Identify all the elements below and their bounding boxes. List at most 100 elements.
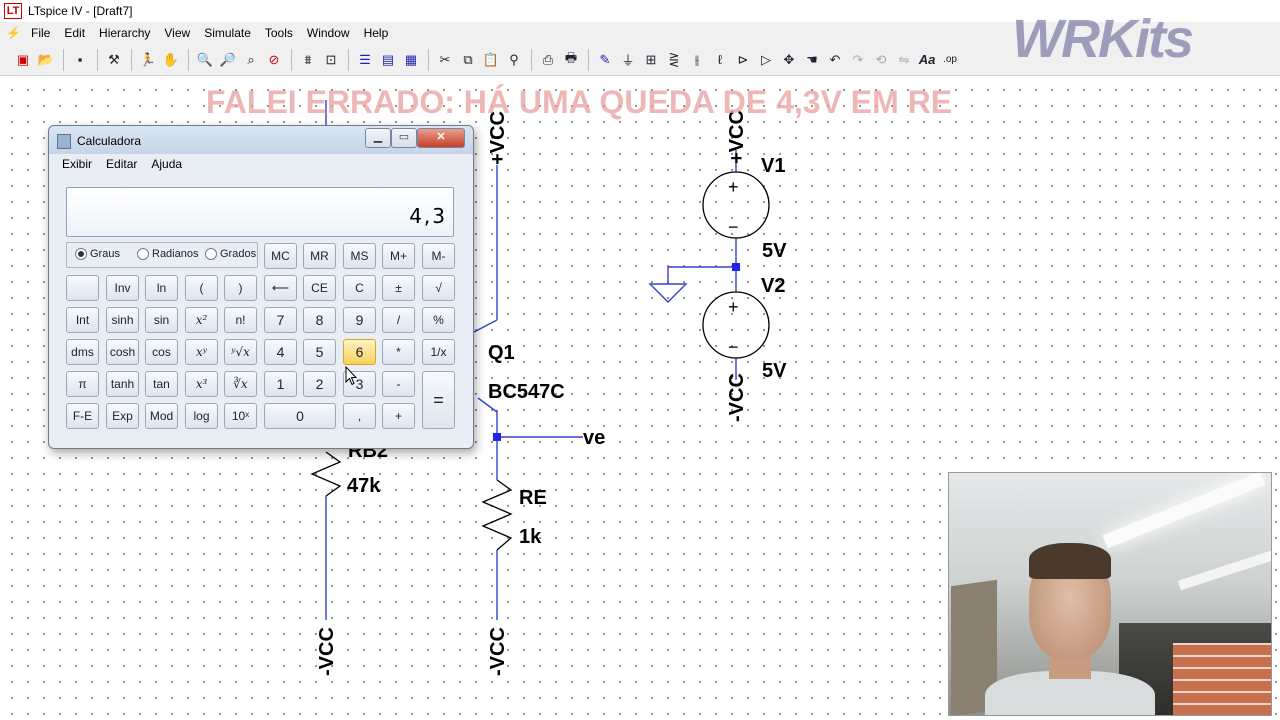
calculator-window: Calculadora ▁ ▭ ✕ Exibir Editar Ajuda 4,… (48, 125, 474, 449)
ground-symbol (648, 283, 688, 303)
q1-model-label: BC547C (488, 381, 565, 403)
vcc-v2-label: -VCC (726, 373, 748, 422)
key-add[interactable]: + (382, 403, 415, 429)
calculator-display-value: 4,3 (409, 204, 447, 228)
key-8[interactable]: 8 (303, 307, 336, 333)
key-lparen[interactable]: ( (185, 275, 218, 301)
key-multiply[interactable]: * (382, 339, 415, 365)
ceiling-light (1177, 549, 1271, 591)
key-cube[interactable]: x³ (185, 371, 218, 397)
key-rparen[interactable]: ) (224, 275, 257, 301)
key-c[interactable]: C (343, 275, 376, 301)
key-sinh[interactable]: sinh (106, 307, 139, 333)
key-divide[interactable]: / (382, 307, 415, 333)
key-decimal[interactable]: , (343, 403, 376, 429)
radio-dot (205, 248, 217, 260)
key-pi[interactable]: π (66, 371, 99, 397)
radio-label: Radianos (152, 248, 199, 260)
ceiling-light (1102, 473, 1266, 549)
key-equals[interactable]: = (422, 371, 455, 429)
key-1[interactable]: 1 (264, 371, 297, 397)
presenter-hair (1029, 543, 1111, 579)
v1-minus: − (728, 217, 739, 237)
key-log[interactable]: log (185, 403, 218, 429)
key-ln[interactable]: ln (145, 275, 178, 301)
key-power[interactable]: xʸ (185, 339, 218, 365)
vee-left-label: -VCC (316, 627, 338, 676)
v1-plus: + (728, 177, 739, 197)
v1-label: V1 (761, 155, 785, 177)
v2-value-label: 5V (762, 360, 787, 382)
key-sqrt[interactable]: √ (422, 275, 455, 301)
calculator-title: Calculadora (77, 134, 142, 148)
radio-dot (137, 248, 149, 260)
key-percent[interactable]: % (422, 307, 455, 333)
key-yroot[interactable]: ʸ√x (224, 339, 257, 365)
correction-banner: FALEI ERRADO: HÁ UMA QUEDA DE 4,3V EM RE (206, 84, 953, 120)
key-mc[interactable]: MC (264, 243, 297, 269)
re-label: RE (519, 487, 547, 509)
node-ve (493, 433, 501, 441)
calculator-titlebar[interactable]: Calculadora ▁ ▭ ✕ (49, 126, 473, 154)
radio-grados[interactable]: Grados (205, 242, 256, 266)
v1-value-label: 5V (762, 240, 787, 262)
v2-plus: + (728, 297, 739, 317)
calculator-icon (57, 134, 71, 149)
mouse-cursor-icon (345, 366, 357, 386)
key-backspace[interactable]: ⟵ (264, 275, 297, 301)
key-ms[interactable]: MS (343, 243, 376, 269)
key-5[interactable]: 5 (303, 339, 336, 365)
key-fe[interactable]: F-E (66, 403, 99, 429)
calculator-display: 4,3 (66, 187, 454, 237)
key-4[interactable]: 4 (264, 339, 297, 365)
key-cos[interactable]: cos (145, 339, 178, 365)
key-0[interactable]: 0 (264, 403, 336, 429)
wrkits-watermark: WRKits (1012, 9, 1194, 69)
key-factorial[interactable]: n! (224, 307, 257, 333)
key-6[interactable]: 6 (343, 339, 376, 365)
q1-label: Q1 (488, 342, 515, 364)
minimize-icon[interactable]: ▁ (365, 128, 391, 148)
rb2-value-label: 47k (347, 475, 381, 497)
key-subtract[interactable]: - (382, 371, 415, 397)
key-pow10[interactable]: 10ˣ (224, 403, 257, 429)
re-value-label: 1k (519, 526, 542, 548)
key-sin[interactable]: sin (145, 307, 178, 333)
radio-graus[interactable]: Graus (75, 242, 120, 266)
node-mid (732, 263, 740, 271)
close-icon[interactable]: ✕ (417, 128, 465, 148)
key-inv[interactable]: Inv (106, 275, 139, 301)
radio-label: Graus (90, 248, 120, 260)
radio-dot (75, 248, 87, 260)
key-2[interactable]: 2 (303, 371, 336, 397)
key-cosh[interactable]: cosh (106, 339, 139, 365)
key-mr[interactable]: MR (303, 243, 336, 269)
v2-label: V2 (761, 275, 785, 297)
calculator-menu: Exibir Editar Ajuda (55, 157, 189, 171)
re-resistor (481, 479, 513, 551)
key-reciprocal[interactable]: 1/x (422, 339, 455, 365)
key-exp[interactable]: Exp (106, 403, 139, 429)
key-cuberoot[interactable]: ∛x (224, 371, 257, 397)
calc-menu-ajuda[interactable]: Ajuda (144, 157, 189, 171)
key-9[interactable]: 9 (343, 307, 376, 333)
key-7[interactable]: 7 (264, 307, 297, 333)
ve-net-label: ve (583, 427, 605, 449)
maximize-icon[interactable]: ▭ (391, 128, 417, 148)
radio-radianos[interactable]: Radianos (137, 242, 198, 266)
key-mplus[interactable]: M+ (382, 243, 415, 269)
key-square[interactable]: x² (185, 307, 218, 333)
calc-menu-exibir[interactable]: Exibir (55, 157, 99, 171)
key-mod[interactable]: Mod (145, 403, 178, 429)
key-int[interactable]: Int (66, 307, 99, 333)
key-dms[interactable]: dms (66, 339, 99, 365)
key-plusminus[interactable]: ± (382, 275, 415, 301)
radio-label: Grados (220, 248, 257, 260)
v2-minus: − (728, 337, 739, 357)
key-tanh[interactable]: tanh (106, 371, 139, 397)
key-blank (66, 275, 99, 301)
key-tan[interactable]: tan (145, 371, 178, 397)
calc-menu-editar[interactable]: Editar (99, 157, 144, 171)
key-ce[interactable]: CE (303, 275, 336, 301)
key-mminus[interactable]: M- (422, 243, 455, 269)
